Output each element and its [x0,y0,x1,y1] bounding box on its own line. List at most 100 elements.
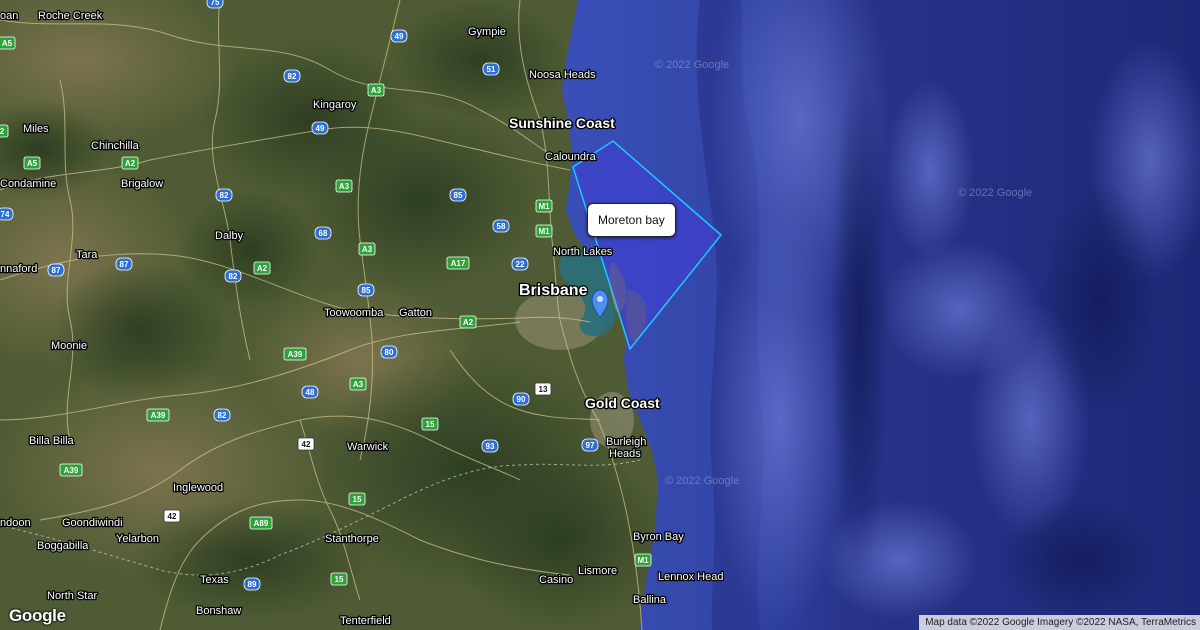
road-shield-label: 85 [362,286,371,295]
place-label: Boggabilla [37,540,89,552]
road-shield-label: 15 [353,495,362,504]
place-label: Roche Creek [38,10,103,22]
road-shield-icon: 74 [0,207,14,221]
road-shield-label: 15 [335,575,344,584]
road-shield-icon: 51 [482,62,500,76]
road-shield-label: 74 [1,210,10,219]
road-shield-label: 90 [517,395,526,404]
place-label: North Lakes [553,246,613,258]
road-shield-icon: 87 [115,257,133,271]
road-shield-label: A39 [64,466,79,475]
watermark: © 2022 Google [958,187,1032,199]
road-shield-label: 87 [52,266,61,275]
place-label: Heads [609,448,641,460]
road-shield-icon: 85 [449,188,467,202]
road-shield-label: A5 [2,39,13,48]
place-label: Miles [23,123,49,135]
road-shield-icon: A39 [283,347,307,361]
road-shield-label: 42 [302,440,311,449]
road-shield-label: 82 [218,411,227,420]
road-shield-label: A2 [125,159,136,168]
road-shield-icon: 42 [163,509,181,523]
road-shield-icon: 13 [534,382,552,396]
road-shield-label: 48 [306,388,315,397]
place-label: Billa Billa [29,435,75,447]
road-shield-label: A2 [463,318,474,327]
road-shield-label: 82 [288,72,297,81]
map-attribution[interactable]: Map data ©2022 Google Imagery ©2022 NASA… [919,615,1200,630]
place-label: Warwick [347,441,389,453]
road-shield-icon: A89 [249,516,273,530]
road-shield-label: A89 [254,519,269,528]
place-label: Texas [200,574,229,586]
road-shield-label: A3 [339,182,350,191]
road-shield-icon: 85 [357,283,375,297]
road-shield-icon: M1 [535,199,553,213]
road-shield-label: 80 [385,348,394,357]
place-label: Brigalow [121,178,163,190]
watermark: © 2022 Google [655,59,729,71]
road-shield-label: M1 [538,202,550,211]
place-label: Burleigh [606,436,646,448]
place-label: Caloundra [545,151,597,163]
ocean-floor-texture [696,0,1200,630]
road-shield-icon: A2 [459,315,477,329]
road-shield-label: 75 [211,0,220,7]
map-canvas[interactable]: © 2022 Google © 2022 Google © 2022 Googl… [0,0,1200,630]
place-label: nnaford [0,263,37,275]
road-shield-icon: M1 [634,553,652,567]
place-label: Tara [76,249,98,261]
road-shield-icon: A3 [349,377,367,391]
road-shield-label: A3 [353,380,364,389]
place-label: Casino [539,574,573,586]
road-shield-icon: A3 [367,83,385,97]
road-shield-label: 97 [586,441,595,450]
road-shield-label: M1 [637,556,649,565]
road-shield-icon: A2 [121,156,139,170]
place-label: Byron Bay [633,531,684,543]
road-shield-icon: 82 [215,188,233,202]
road-shield-icon: 15 [421,417,439,431]
road-shield-label: 42 [168,512,177,521]
road-shield-icon: 49 [311,121,329,135]
road-shield-icon: 90 [512,392,530,406]
road-shield-label: 93 [486,442,495,451]
road-shield-icon: 15 [330,572,348,586]
road-shield-icon: A5 [0,36,16,50]
place-label: Noosa Heads [529,69,596,81]
road-shield-icon: 87 [47,263,65,277]
road-shield-icon: A3 [358,242,376,256]
road-shield-icon: 42 [297,437,315,451]
road-shield-icon: 48 [301,385,319,399]
road-shield-icon: A17 [446,256,470,270]
road-shield-icon: A2 [253,261,271,275]
road-shield-label: A39 [288,350,303,359]
road-shield-icon: 22 [511,257,529,271]
place-label: Lismore [578,565,617,577]
place-label: Tenterfield [340,615,391,627]
place-label: Gold Coast [585,395,660,411]
road-shield-icon: 80 [380,345,398,359]
place-label: Brisbane [519,282,588,299]
road-shield-icon: M1 [535,224,553,238]
road-shield-icon: A3 [335,179,353,193]
place-label: Yelarbon [116,533,159,545]
road-shield-label: 51 [487,65,496,74]
place-label: North Star [47,590,97,602]
road-shield-icon: 97 [581,438,599,452]
road-shield-label: 87 [120,260,129,269]
place-label: Lennox Head [658,571,723,583]
road-shield-icon: 82 [283,69,301,83]
google-logo: Google [9,606,66,625]
road-shield-label: 85 [454,191,463,200]
road-shield-label: 82 [229,272,238,281]
road-shield-icon: 15 [348,492,366,506]
polygon-info-tooltip: Moreton bay [587,203,676,237]
place-label: Bonshaw [196,605,241,617]
place-label: ndoon [0,517,31,529]
road-shield-label: 68 [319,229,328,238]
place-label: Ballina [633,594,667,606]
polygon-label: Moreton bay [598,213,665,227]
place-label: Gympie [468,26,506,38]
road-shield-label: 22 [516,260,525,269]
